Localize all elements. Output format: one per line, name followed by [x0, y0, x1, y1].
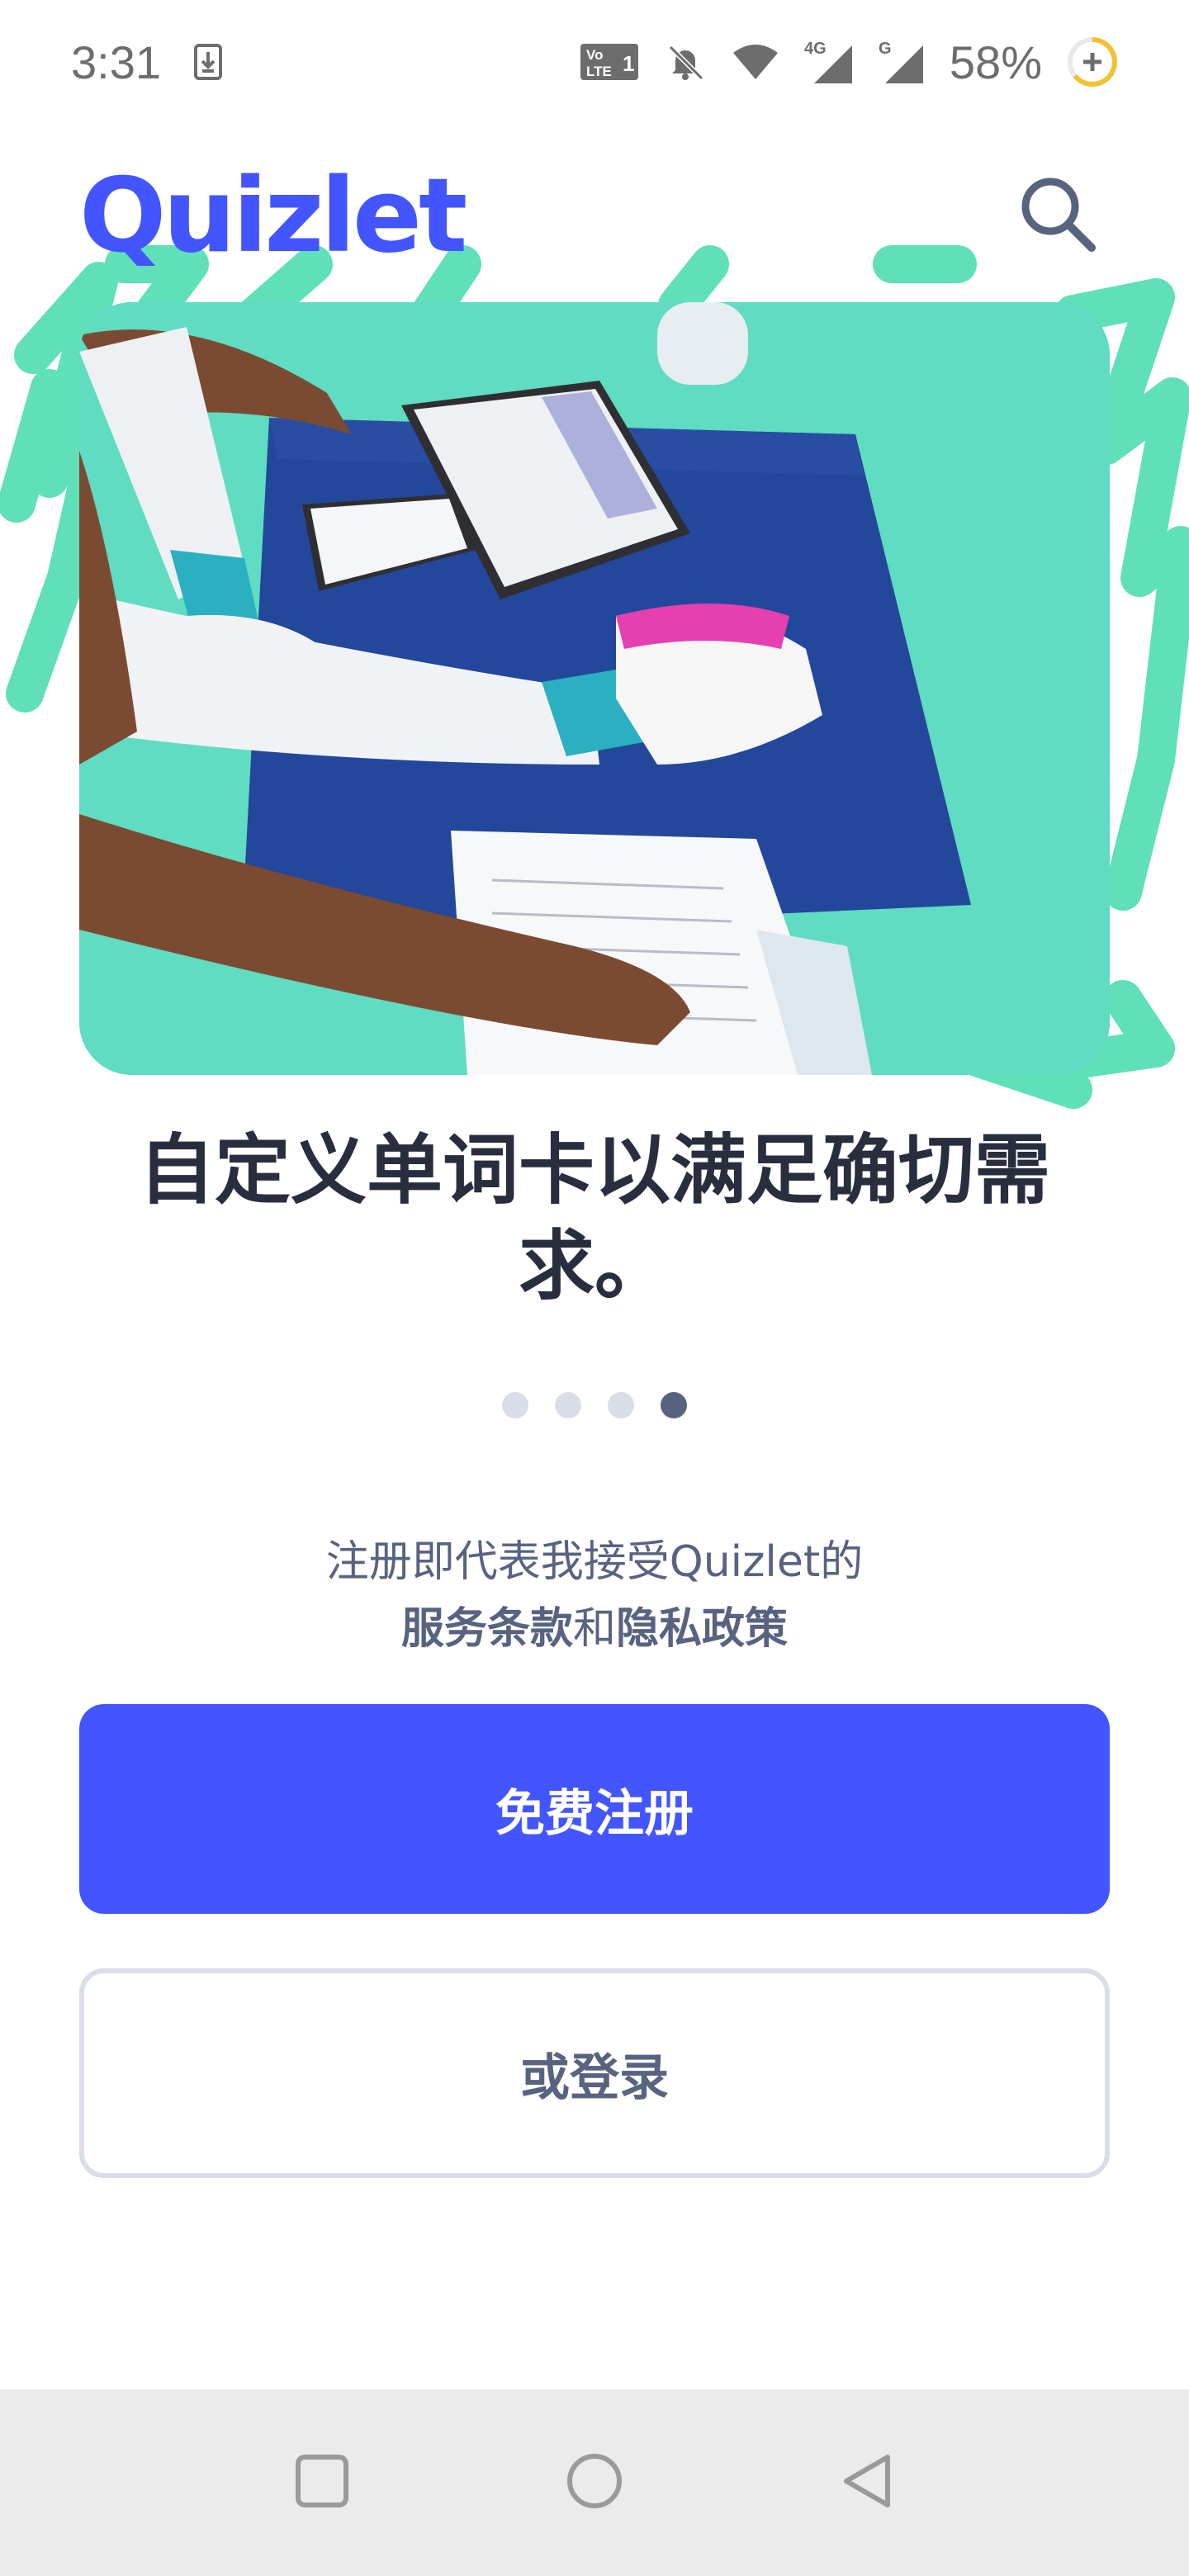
page-dot-3[interactable]	[608, 1392, 634, 1418]
status-left: 3:31	[71, 36, 222, 89]
signup-button[interactable]: 免费注册	[79, 1704, 1110, 1914]
battery-saver-icon	[1067, 36, 1118, 88]
svg-text:LTE: LTE	[586, 64, 612, 79]
back-button[interactable]	[826, 2441, 908, 2524]
system-nav-bar	[0, 2389, 1189, 2576]
signal-4g-icon: 4G	[804, 39, 854, 85]
hero-photo	[79, 302, 1110, 1075]
header: Quizlet	[0, 149, 1189, 281]
terms-line2: 服务条款和隐私政策	[0, 1596, 1189, 1663]
search-button[interactable]	[1007, 165, 1106, 264]
status-right: Vo LTE 1 4G G 58%	[580, 36, 1118, 89]
recents-square-icon	[295, 2454, 349, 2512]
terms-text: 注册即代表我接受Quizlet的 服务条款和隐私政策	[0, 1529, 1189, 1662]
privacy-policy-link[interactable]: 隐私政策	[616, 1604, 788, 1654]
terms-of-service-link[interactable]: 服务条款	[401, 1604, 573, 1654]
recents-button[interactable]	[281, 2441, 363, 2524]
home-circle-icon	[566, 2452, 623, 2513]
status-bar: 3:31 Vo LTE 1 4G G 58%	[0, 0, 1189, 124]
back-triangle-icon	[840, 2452, 894, 2513]
status-time: 3:31	[71, 36, 161, 88]
battery-percent: 58%	[949, 36, 1042, 88]
headline: 自定义单词卡以满足确切需求。	[138, 1126, 1050, 1310]
terms-and-text: 和	[572, 1603, 616, 1654]
page-indicator	[0, 1392, 1189, 1420]
search-icon	[1016, 172, 1098, 258]
volte-icon: Vo LTE 1	[580, 43, 639, 81]
signal-g-icon: G	[879, 39, 925, 85]
svg-text:G: G	[879, 40, 892, 58]
svg-text:Vo: Vo	[586, 47, 603, 63]
download-notification-icon	[194, 44, 222, 80]
svg-text:1: 1	[623, 51, 634, 76]
svg-text:4G: 4G	[804, 40, 827, 58]
home-button[interactable]	[553, 2441, 636, 2524]
login-button[interactable]: 或登录	[79, 1968, 1110, 2178]
hero-illustration	[79, 302, 1110, 1075]
terms-line1: 注册即代表我接受Quizlet的	[325, 1537, 864, 1587]
bell-muted-icon	[664, 40, 707, 83]
page-dot-4-active[interactable]	[661, 1392, 687, 1418]
wifi-icon	[732, 43, 779, 81]
page-dot-1[interactable]	[502, 1392, 528, 1418]
quizlet-logo: Quizlet	[79, 157, 467, 276]
page-dot-2[interactable]	[555, 1392, 581, 1418]
